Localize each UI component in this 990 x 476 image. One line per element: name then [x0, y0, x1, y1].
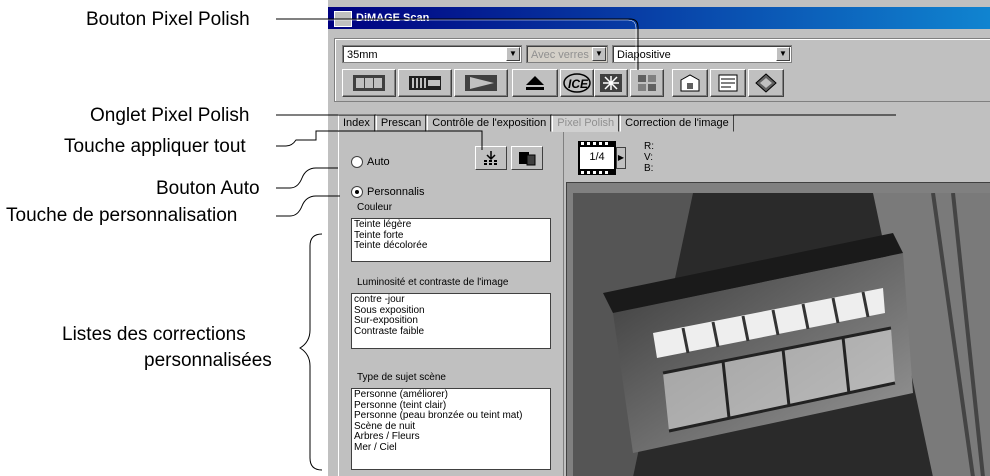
title-bar: DiMAGE Scan	[328, 7, 990, 29]
custom-radio[interactable]: Personnalis	[351, 186, 424, 198]
custom-label: Personnalis	[367, 186, 425, 198]
apply-all-button[interactable]	[475, 146, 507, 170]
subject-list[interactable]: Personne (améliorer) Personne (teint cla…	[351, 388, 551, 470]
ice-button[interactable]: ICE	[560, 69, 594, 97]
preview-image[interactable]	[573, 193, 990, 476]
phone-booth-photo	[573, 193, 990, 476]
frame-counter: 1/4 ▶	[578, 141, 626, 175]
starburst-icon	[600, 74, 622, 92]
save-job-button[interactable]	[672, 69, 708, 97]
holder-value: Avec verres	[531, 49, 589, 61]
holder-select[interactable]: Avec verres ▼	[526, 45, 608, 63]
pixel-polish-icon	[638, 75, 656, 91]
chevron-down-icon[interactable]: ▼	[506, 47, 520, 61]
brightness-list[interactable]: contre -jour Sous exposition Sur-exposit…	[351, 293, 551, 349]
tab-image-correction[interactable]: Correction de l'image	[620, 114, 734, 132]
exposure-button[interactable]	[594, 69, 628, 97]
list-item[interactable]: contre -jour	[354, 294, 548, 306]
app-icon	[334, 11, 352, 27]
film-strip-icon	[353, 75, 385, 91]
chevron-down-icon[interactable]: ▼	[776, 47, 790, 61]
rgb-readout: R: V: B:	[644, 141, 654, 174]
window-title: DiMAGE Scan	[356, 12, 430, 24]
color-group-label: Couleur	[357, 202, 393, 213]
film-format-value: 35mm	[347, 49, 378, 61]
compare-icon	[519, 152, 536, 166]
image-preview-frame	[566, 182, 990, 476]
color-list[interactable]: Teinte légère Teinte forte Teinte décolo…	[351, 218, 551, 262]
brightness-group-label: Luminosité et contraste de l'image	[357, 277, 509, 288]
list-item[interactable]: Contraste faible	[354, 326, 548, 338]
pixel-polish-panel: Auto Personnalis Couleur Teinte légère T…	[338, 132, 564, 476]
pixel-polish-button[interactable]	[630, 69, 664, 97]
list-item[interactable]: Arbres / Fleurs	[354, 431, 548, 443]
index-scan-button[interactable]	[342, 69, 396, 97]
play-icon	[465, 75, 497, 91]
help-button[interactable]	[748, 69, 784, 97]
film-format-select[interactable]: 35mm ▼	[342, 45, 522, 63]
apply-all-icon	[484, 151, 497, 165]
auto-radio[interactable]: Auto	[351, 156, 390, 168]
scan-button[interactable]	[454, 69, 508, 97]
subject-group-label: Type de sujet scène	[357, 372, 446, 383]
chevron-down-icon[interactable]: ▼	[592, 47, 606, 61]
radio-off-icon	[351, 156, 363, 168]
list-item[interactable]: Sur-exposition	[354, 315, 548, 327]
eject-button[interactable]	[512, 69, 558, 97]
readout-b: B:	[644, 163, 654, 174]
tab-prescan[interactable]: Prescan	[375, 114, 427, 132]
prescan-button[interactable]	[398, 69, 452, 97]
callout-auto-button: Bouton Auto	[156, 178, 260, 199]
app-window: DiMAGE Scan 35mm ▼ Avec verres ▼ Diaposi…	[328, 0, 990, 476]
next-frame-button[interactable]: ▶	[616, 147, 626, 169]
callout-apply-all: Touche appliquer tout	[64, 136, 246, 157]
document-icon	[718, 74, 738, 92]
list-item[interactable]: Personne (peau bronzée ou teint mat)	[354, 410, 548, 422]
frame-counter-value: 1/4	[589, 151, 605, 163]
tab-bar: Index Prescan Contrôle de l'exposition P…	[338, 114, 735, 132]
radio-on-icon	[351, 186, 363, 198]
tab-index[interactable]: Index	[338, 114, 375, 132]
callout-personalise-button: Touche de personnalisation	[6, 205, 238, 226]
compare-button[interactable]	[511, 146, 543, 170]
readout-r: R:	[644, 141, 654, 152]
eject-icon	[526, 76, 544, 90]
readout-v: V:	[644, 152, 654, 163]
preferences-button[interactable]	[710, 69, 746, 97]
callout-lists-line2: personnalisées	[144, 350, 272, 371]
film-type-select[interactable]: Diapositive ▼	[612, 45, 792, 63]
folder-icon	[680, 74, 700, 92]
film-type-value: Diapositive	[617, 49, 671, 61]
list-item[interactable]: Mer / Ciel	[354, 442, 548, 454]
callout-pixel-polish-button: Bouton Pixel Polish	[86, 9, 250, 30]
ice-icon: ICE	[563, 73, 591, 93]
svg-text:ICE: ICE	[568, 77, 589, 91]
prescan-icon	[409, 76, 441, 90]
callout-pixel-polish-tab: Onglet Pixel Polish	[90, 105, 250, 126]
list-item[interactable]: Personne (améliorer)	[354, 389, 548, 401]
list-item[interactable]: Teinte légère	[354, 219, 548, 231]
auto-label: Auto	[367, 156, 390, 168]
callout-lists-line1: Listes des corrections	[62, 324, 246, 345]
list-item[interactable]: Teinte décolorée	[354, 240, 548, 252]
tab-exposure-control[interactable]: Contrôle de l'exposition	[427, 114, 552, 132]
tab-pixel-polish[interactable]: Pixel Polish	[552, 114, 620, 132]
book-icon	[755, 73, 777, 93]
